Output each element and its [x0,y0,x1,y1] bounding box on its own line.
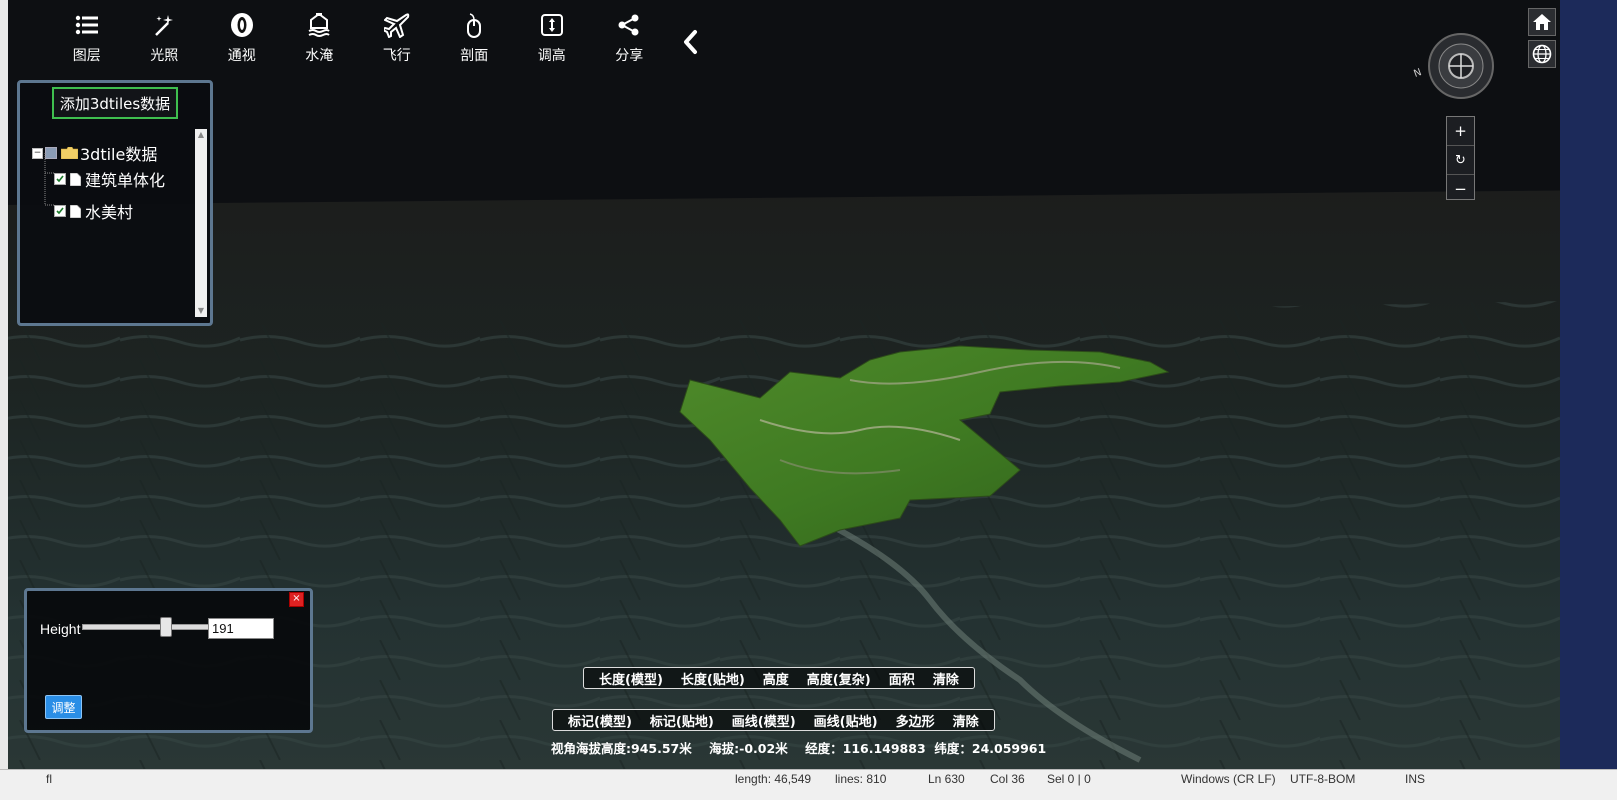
flood-house-icon [306,12,332,38]
tool-label: 调高 [537,48,566,64]
editor-status-bar: fl length: 46,549 lines: 810 Ln 630 Col … [0,769,1617,800]
height-input[interactable] [208,618,274,639]
draw-line-ground[interactable]: 画线(贴地) [814,711,878,730]
tool-label: 分享 [615,48,644,64]
tree-label[interactable]: 3dtile数据 [80,141,157,165]
tree-label[interactable]: 水美村 [85,199,133,223]
layer-panel: 添加3dtiles数据 − 3dtile数据 建筑单体化 水美村 ▲ ▼ [17,80,213,326]
scroll-down-icon[interactable]: ▼ [195,305,207,317]
eye-oval-icon [229,12,255,38]
elevation: 海拔:-0.02米 [709,741,788,756]
status-left: fl [46,772,52,786]
tool-label: 图层 [72,48,101,64]
toolbar-collapse-button[interactable] [680,28,702,58]
zoom-out-button[interactable]: − [1447,175,1474,203]
window-left-edge [0,0,8,780]
tool-label: 水淹 [305,48,334,64]
status-eol: Windows (CR LF) [1181,772,1276,786]
height-panel: × Height 调整 [24,588,313,733]
add-3dtiles-button[interactable]: 添加3dtiles数据 [52,87,178,119]
draw-toolbar: 标记(模型) 标记(贴地) 画线(模型) 画线(贴地) 多边形 清除 [552,709,995,731]
status-ln: Ln 630 [928,772,965,786]
tree-node-buildings: 建筑单体化 [54,167,165,191]
longitude: 经度：116.149883 [805,741,926,756]
measure-length-model[interactable]: 长度(模型) [599,669,663,688]
layer-scrollbar[interactable]: ▲ ▼ [195,129,207,317]
status-lines: lines: 810 [835,772,887,786]
height-label: Height [40,621,81,637]
tool-flood[interactable]: 水淹 [281,12,359,72]
measure-height[interactable]: 高度 [763,669,789,688]
folder-icon [61,147,78,159]
status-encoding: UTF-8-BOM [1290,772,1356,786]
tree-label[interactable]: 建筑单体化 [85,167,165,191]
tool-height-adjust[interactable]: 调高 [513,12,591,72]
tool-flight[interactable]: 飞行 [358,12,436,72]
status-sel: Sel 0 | 0 [1047,772,1091,786]
draw-polygon[interactable]: 多边形 [896,711,935,730]
latitude: 纬度：24.059961 [934,741,1047,756]
home-icon [1533,14,1551,30]
tool-label: 剖面 [460,48,489,64]
slider-thumb[interactable] [160,617,173,637]
top-toolbar: 图层 光照 通视 水淹 飞行 剖面 调高 分享 [48,12,668,72]
status-length: length: 46,549 [735,772,812,786]
height-slider[interactable] [82,617,211,637]
tool-label: 光照 [150,48,179,64]
tool-layers[interactable]: 图层 [48,12,126,72]
globe-icon [1532,44,1552,64]
status-col: Col 36 [990,772,1025,786]
collapse-toggle[interactable]: − [32,147,43,159]
tree-lines [44,153,54,206]
home-button[interactable] [1528,8,1556,36]
measure-area[interactable]: 面积 [889,669,915,688]
tool-share[interactable]: 分享 [591,12,669,72]
tool-label: 飞行 [382,48,411,64]
close-icon[interactable]: × [289,592,304,607]
view-height: 视角海拔高度:945.57米 [551,741,692,756]
airplane-icon [383,12,410,38]
chevron-left-icon [684,30,697,54]
measure-height-complex[interactable]: 高度(复杂) [807,669,871,688]
reset-view-button[interactable]: ↻ [1447,145,1474,175]
zoom-controls: + ↻ − [1446,116,1475,200]
tool-visibility[interactable]: 通视 [203,12,281,72]
draw-mark-model[interactable]: 标记(模型) [568,711,632,730]
globe-mode-button[interactable] [1528,40,1556,68]
tree-node-shuimei: 水美村 [54,199,133,223]
tool-label: 通视 [227,48,256,64]
file-icon [70,204,81,218]
height-adjust-icon [539,12,565,38]
draw-mark-ground[interactable]: 标记(贴地) [650,711,714,730]
list-icon [74,12,100,38]
adjust-button[interactable]: 调整 [45,695,82,719]
scroll-up-icon[interactable]: ▲ [195,129,207,141]
draw-clear[interactable]: 清除 [953,711,979,730]
measure-toolbar: 长度(模型) 长度(贴地) 高度 高度(复杂) 面积 清除 [583,667,975,689]
measure-clear[interactable]: 清除 [933,669,959,688]
tool-lighting[interactable]: 光照 [126,12,204,72]
draw-line-model[interactable]: 画线(模型) [732,711,796,730]
share-icon [616,12,642,38]
file-icon [70,172,81,186]
sparkle-wand-icon [151,12,177,38]
zoom-in-button[interactable]: + [1447,117,1474,145]
tool-section[interactable]: 剖面 [436,12,514,72]
compass-widget[interactable] [1427,32,1495,100]
mouse-icon [461,12,487,38]
coordinate-status: 视角海拔高度:945.57米 海拔:-0.02米 经度：116.149883 纬… [551,738,1046,757]
measure-length-ground[interactable]: 长度(贴地) [681,669,745,688]
desktop-right-edge [1560,0,1617,799]
status-mode: INS [1405,772,1426,786]
